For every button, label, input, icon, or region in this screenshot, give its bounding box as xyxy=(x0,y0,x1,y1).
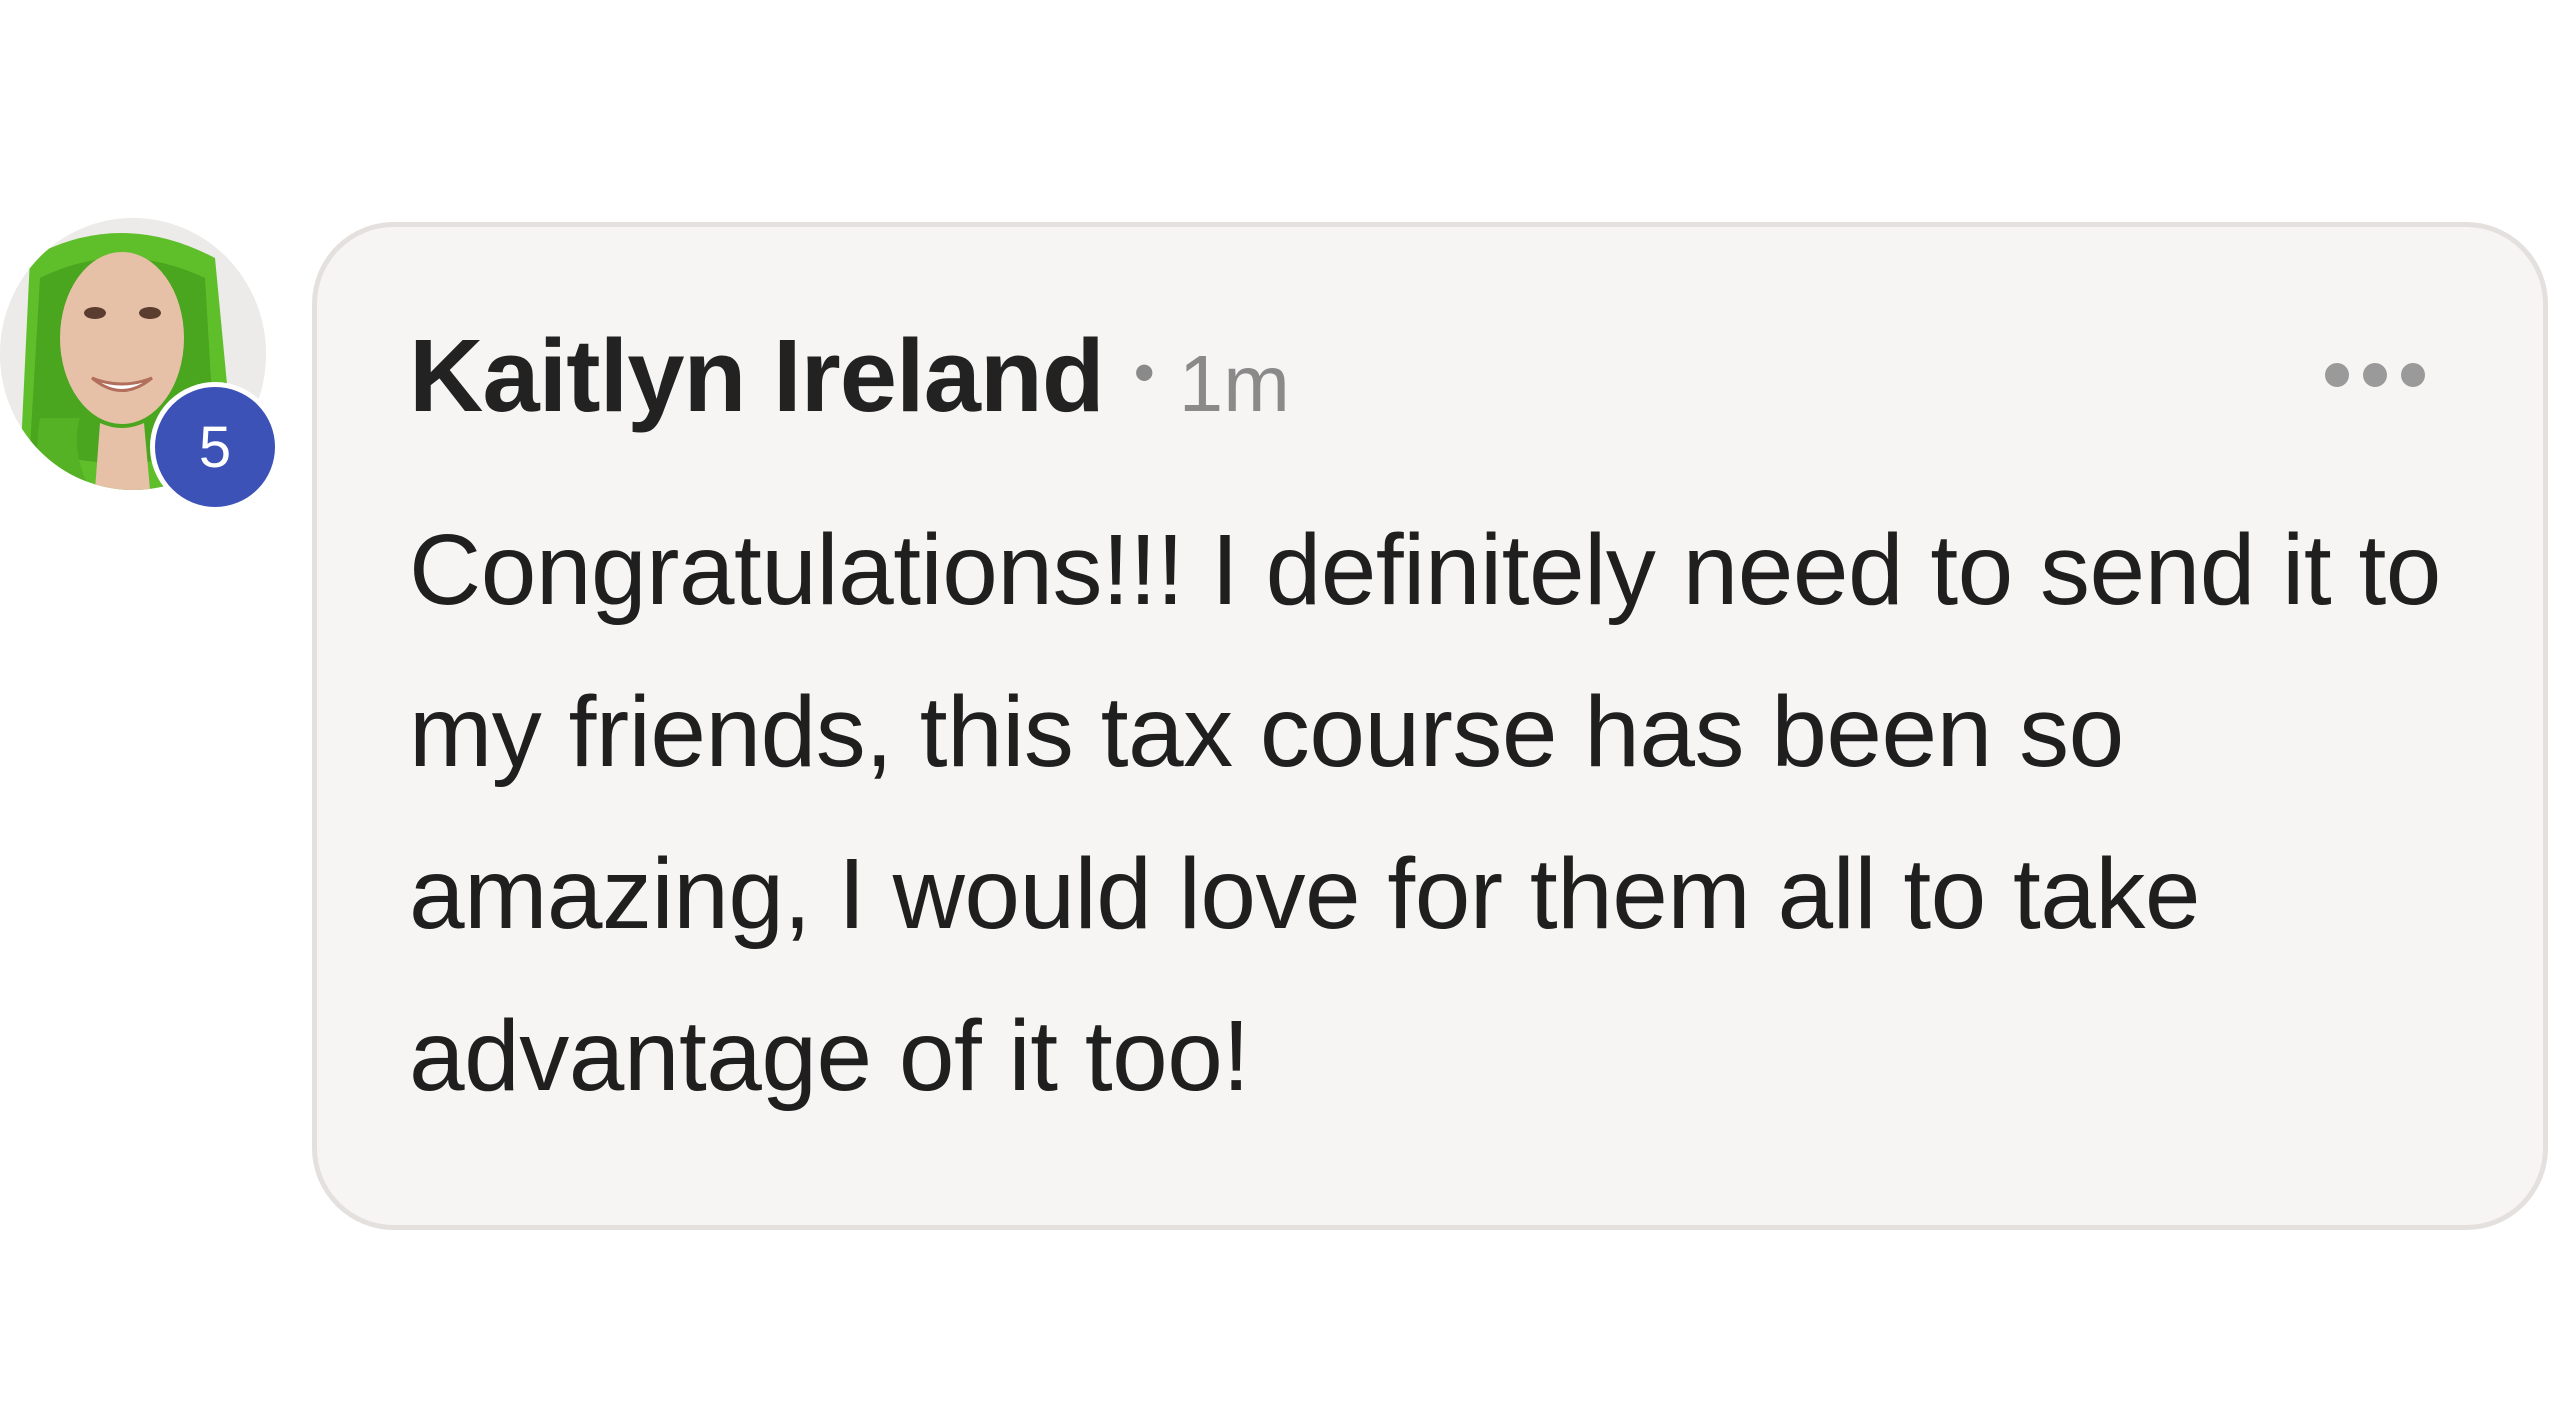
level-badge: 5 xyxy=(150,382,280,512)
comment: 5 Kaitlyn Ireland • 1m Congratulations!!… xyxy=(0,0,2560,1408)
comment-text: Congratulations!!! I definitely need to … xyxy=(409,514,2441,1112)
author-name[interactable]: Kaitlyn Ireland xyxy=(409,317,1105,435)
separator-dot: • xyxy=(1133,339,1155,406)
more-horizontal-icon xyxy=(2401,363,2425,387)
comment-bubble: Kaitlyn Ireland • 1m Congratulations!!! … xyxy=(312,222,2548,1230)
comment-header: Kaitlyn Ireland • 1m xyxy=(409,317,1290,435)
avatar-container[interactable]: 5 xyxy=(0,218,290,518)
more-horizontal-icon xyxy=(2325,363,2349,387)
more-horizontal-icon xyxy=(2363,363,2387,387)
timestamp[interactable]: 1m xyxy=(1179,338,1290,430)
more-options-button[interactable] xyxy=(2325,355,2425,395)
